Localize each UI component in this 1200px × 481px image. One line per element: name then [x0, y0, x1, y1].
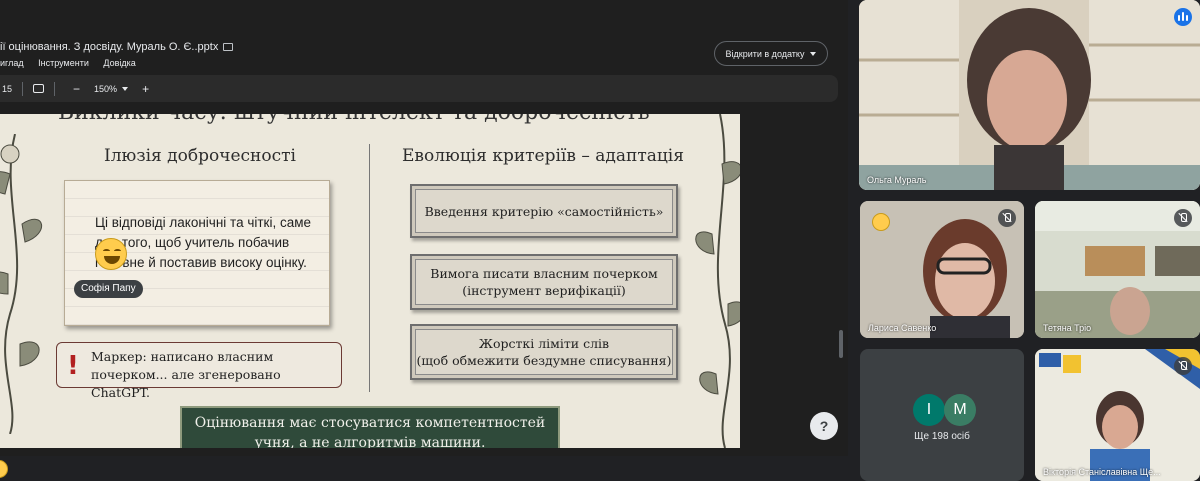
reaction-sender-name: Софія Папу	[74, 280, 143, 298]
banner-line: Оцінювання має стосуватися компетентност…	[194, 415, 546, 431]
participant-tile-main[interactable]: Ольга Мураль	[859, 0, 1200, 190]
participant-name: Тетяна Тріо	[1043, 323, 1092, 333]
floral-decoration-right	[695, 114, 740, 448]
menu-bar: иглад Інструменти Довідка	[0, 58, 148, 68]
criterion-line: (щоб обмежити бездумне списування)	[416, 353, 672, 368]
participant-name: Вікторія Станіславівна Ще...	[1043, 467, 1161, 477]
smiling-face-reaction-icon	[872, 213, 890, 231]
viewer-toolbar: 15 − 150% +	[0, 75, 838, 102]
avatar: M	[944, 394, 976, 426]
mic-off-icon	[1174, 357, 1192, 375]
note-text: Ці відповіді лаконічні та чіткі, саме дл…	[95, 215, 312, 270]
shared-screen: ії оцінювання. З досвіду. Мураль О. Є..p…	[0, 0, 848, 456]
participant-name: Ольга Мураль	[867, 175, 927, 185]
criterion-line: Введення критерію «самостійність»	[424, 203, 664, 219]
more-participants-label: Ще 198 осіб	[914, 431, 970, 442]
banner-line: учня, а не алгоритмів машини.	[254, 435, 486, 448]
reaction-emoji-icon[interactable]	[0, 460, 8, 478]
menu-help[interactable]: Довідка	[103, 58, 135, 68]
criterion-line: Вимога писати власним почерком	[430, 266, 658, 281]
help-button[interactable]: ?	[810, 412, 838, 440]
criterion-line: Жорсткі ліміти слів	[478, 336, 610, 351]
speaker-video-placeholder	[859, 0, 1200, 190]
more-participants-tile[interactable]: I M Ще 198 осіб	[860, 349, 1024, 481]
toolbar-divider	[22, 81, 24, 96]
left-column-title: Ілюзія доброчесності	[104, 146, 296, 166]
floral-decoration	[0, 134, 43, 434]
menu-tools[interactable]: Інструменти	[38, 58, 89, 68]
open-in-app-button[interactable]: Відкрити в додатку	[714, 41, 828, 66]
participant-name: Лариса Савенко	[868, 323, 937, 333]
zoom-level[interactable]: 150%	[94, 84, 117, 94]
criterion-box: Вимога писати власним почерком (інструме…	[410, 254, 678, 310]
zoom-out-icon[interactable]: −	[73, 82, 80, 96]
speaking-indicator-icon	[1174, 8, 1192, 26]
marker-text: Маркер: написано власним почерком... але…	[91, 348, 341, 402]
criterion-box: Введення критерію «самостійність»	[410, 184, 678, 238]
mic-off-icon	[998, 209, 1016, 227]
right-column-title: Еволюція критеріїв – адаптація	[402, 146, 684, 166]
open-in-app-label: Відкрити в додатку	[725, 48, 805, 59]
conclusion-banner: Оцінювання має стосуватися компетентност…	[180, 406, 560, 448]
criterion-line: (інструмент верифікації)	[462, 283, 626, 298]
page-indicator: 15	[2, 83, 13, 94]
scrollbar[interactable]	[839, 330, 843, 358]
zoom-in-icon[interactable]: +	[142, 82, 149, 96]
print-icon[interactable]	[33, 84, 45, 93]
marker-line: почерком... але згенеровано ChatGPT.	[91, 367, 281, 400]
meet-window: ії оцінювання. З досвіду. Мураль О. Є..p…	[0, 0, 1200, 481]
mic-off-icon	[1174, 209, 1192, 227]
column-divider	[369, 144, 370, 392]
chevron-down-icon	[810, 51, 817, 56]
participant-tile[interactable]: Вікторія Станіславівна Ще...	[1035, 349, 1200, 481]
toolbar-divider	[54, 81, 56, 96]
slide-heading: Виклики часу: штучний інтелект та доброч…	[58, 114, 650, 125]
avatar: I	[913, 394, 945, 426]
menu-view[interactable]: иглад	[0, 58, 24, 68]
folder-icon[interactable]	[223, 43, 234, 51]
exclamation-icon: !	[67, 351, 79, 381]
criterion-box: Жорсткі ліміти слів (щоб обмежити бездум…	[410, 324, 678, 380]
participant-tile[interactable]: Тетяна Тріо	[1035, 201, 1200, 338]
marker-box: ! Маркер: написано власним почерком... а…	[56, 342, 342, 400]
zoom-dropdown-icon[interactable]	[122, 86, 129, 91]
smiling-face-reaction-icon	[95, 238, 127, 270]
participant-tile[interactable]: Лариса Савенко	[860, 201, 1024, 338]
marker-line: Маркер: написано власним	[91, 349, 274, 364]
document-title-text[interactable]: ії оцінювання. З досвіду. Мураль О. Є..p…	[0, 41, 218, 53]
document-title[interactable]: ії оцінювання. З досвіду. Мураль О. Є..p…	[0, 41, 234, 53]
